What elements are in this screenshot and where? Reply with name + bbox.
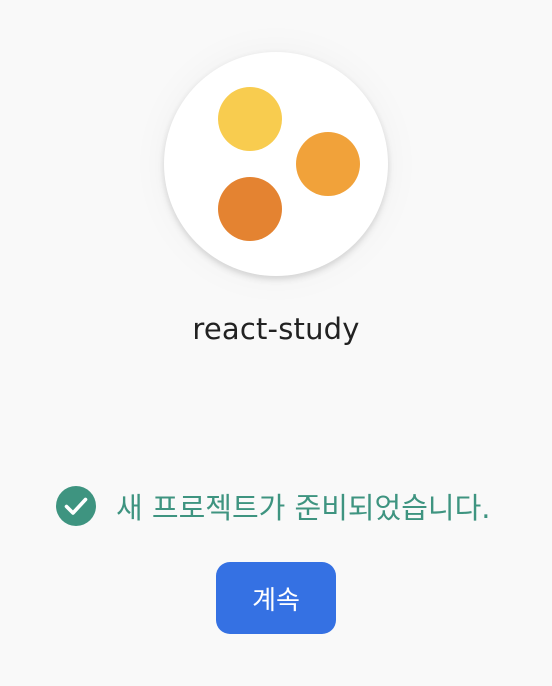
logo-dot-orange (296, 132, 360, 196)
project-ready-screen: react-study 새 프로젝트가 준비되었습니다. 계속 (0, 0, 552, 686)
status-row: 새 프로젝트가 준비되었습니다. (56, 485, 491, 527)
logo-dot-dark-orange (218, 177, 282, 241)
logo-dot-yellow (218, 87, 282, 151)
continue-button[interactable]: 계속 (216, 562, 336, 634)
status-message: 새 프로젝트가 준비되었습니다. (116, 491, 491, 525)
project-logo (164, 52, 388, 276)
project-name: react-study (192, 312, 360, 346)
check-circle-icon (56, 486, 96, 526)
